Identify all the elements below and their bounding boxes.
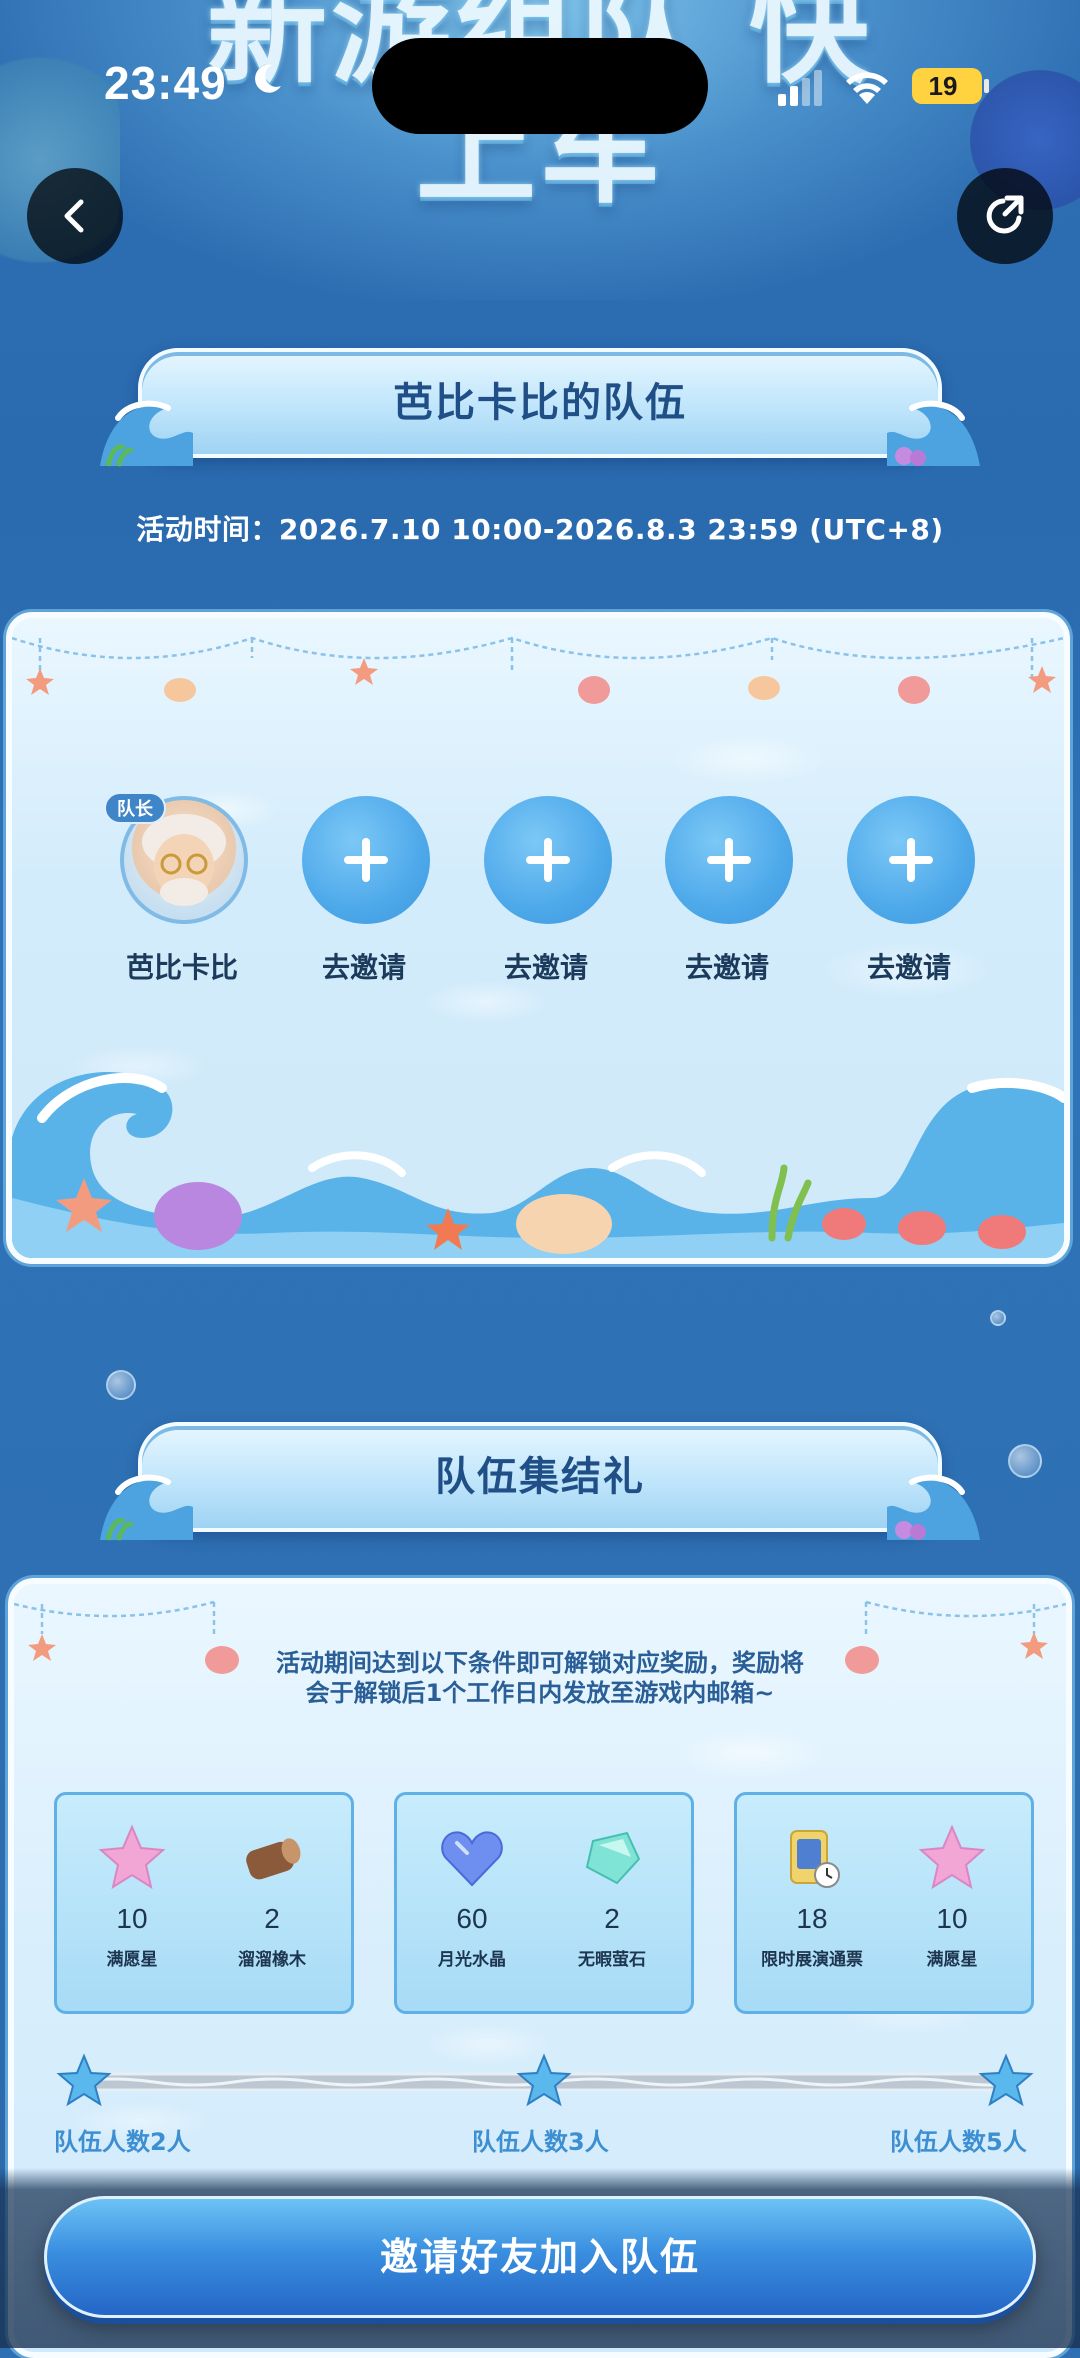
cellular-signal-icon <box>778 70 822 106</box>
reward-tier-card[interactable]: 60 月光水晶 2 无暇萤石 <box>394 1792 694 2014</box>
invite-friends-button[interactable]: 邀请好友加入队伍 <box>44 2196 1036 2318</box>
battery-indicator: 19 <box>912 68 982 104</box>
plus-icon <box>362 838 370 882</box>
status-bar: 23:49 19 <box>0 0 1080 160</box>
invite-label[interactable]: 去邀请 <box>637 946 817 986</box>
tier-label: 队伍人数2人 <box>54 2128 191 2156</box>
crystal-heart-icon <box>441 1831 503 1887</box>
reward-description: 活动期间达到以下条件即可解锁对应奖励，奖励将 会于解锁后1个工作日内发放至游戏内… <box>164 1648 916 1708</box>
reward-tier-card[interactable]: 18 限时展演通票 10 满愿星 <box>734 1792 1034 2014</box>
reward-item: 60 月光水晶 <box>407 1823 537 1993</box>
share-icon <box>986 195 1024 234</box>
item-quantity: 18 <box>796 1903 828 1934</box>
ocean-wave-decoration <box>12 1072 1064 1258</box>
wood-log-icon <box>246 1838 301 1880</box>
plus-icon <box>725 838 733 882</box>
bubble-decoration <box>106 1370 136 1400</box>
item-quantity: 10 <box>116 1903 148 1934</box>
invite-slot[interactable]: 去邀请 <box>839 796 979 984</box>
camera-notch <box>372 38 708 134</box>
add-member-button[interactable] <box>302 796 430 924</box>
reward-title: 队伍集结礼 <box>435 1454 645 1500</box>
reward-item: 2 无暇萤石 <box>547 1823 677 1993</box>
chevron-left-icon <box>64 199 84 233</box>
reward-description-line: 会于解锁后1个工作日内发放至游戏内邮箱~ <box>305 1679 775 1707</box>
reward-item: 2 溜溜橡木 <box>207 1823 337 1993</box>
bubble-decoration <box>990 1310 1006 1326</box>
share-button[interactable] <box>957 168 1053 264</box>
activity-time: 活动时间：2026.7.10 10:00-2026.8.3 23:59 (UTC… <box>136 513 944 546</box>
plus-icon <box>907 838 915 882</box>
leader-badge: 队长 <box>104 792 166 824</box>
item-name: 无暇萤石 <box>578 1950 646 1970</box>
invite-label[interactable]: 去邀请 <box>274 946 454 986</box>
bubble-decoration <box>1008 1444 1042 1478</box>
ticket-icon <box>790 1830 840 1888</box>
reward-description-line: 活动期间达到以下条件即可解锁对应奖励，奖励将 <box>276 1649 804 1677</box>
tier-label: 队伍人数3人 <box>472 2128 609 2156</box>
wifi-icon <box>846 72 888 104</box>
plus-icon <box>544 838 552 882</box>
team-progress-track <box>56 2053 1034 2107</box>
invite-slot[interactable]: 去邀请 <box>294 796 434 984</box>
progress-star-icon <box>56 2053 112 2107</box>
add-member-button[interactable] <box>484 796 612 924</box>
reward-item: 18 限时展演通票 <box>747 1823 877 1993</box>
status-time: 23:49 <box>104 57 227 109</box>
add-member-button[interactable] <box>847 796 975 924</box>
invite-slot[interactable]: 去邀请 <box>657 796 797 984</box>
tier-label: 队伍人数5人 <box>890 2128 1027 2156</box>
item-quantity: 2 <box>604 1903 620 1934</box>
shell-garland-decoration <box>12 636 1064 704</box>
team-title: 芭比卡比的队伍 <box>393 380 687 426</box>
invite-label[interactable]: 去邀请 <box>819 946 999 986</box>
battery-cap <box>984 79 989 93</box>
item-name: 月光水晶 <box>438 1950 506 1970</box>
reward-banner: 队伍集结礼 <box>98 1412 982 1542</box>
member-name: 芭比卡比 <box>125 951 238 984</box>
reward-tier-card[interactable]: 10 满愿星 2 溜溜橡木 <box>54 1792 354 2014</box>
reward-item: 10 满愿星 <box>67 1823 197 1993</box>
progress-star-icon <box>978 2053 1034 2107</box>
item-name: 溜溜橡木 <box>238 1950 306 1970</box>
moon-icon <box>255 64 281 93</box>
invite-label[interactable]: 去邀请 <box>456 946 636 986</box>
team-member-leader[interactable]: 队长 芭比卡比 <box>104 792 252 984</box>
progress-star-icon <box>516 2053 572 2107</box>
back-button[interactable] <box>27 168 123 264</box>
item-quantity: 2 <box>264 1903 280 1934</box>
reward-item: 10 满愿星 <box>887 1823 1017 1993</box>
item-quantity: 60 <box>456 1903 488 1934</box>
item-quantity: 10 <box>936 1903 968 1934</box>
invite-slot[interactable]: 去邀请 <box>476 796 616 984</box>
star-icon <box>918 1824 986 1890</box>
battery-level: 19 <box>928 71 958 101</box>
team-panel: 队长 芭比卡比 去邀请 去邀请 去邀请 去邀请 <box>6 612 1070 1264</box>
item-name: 满愿星 <box>106 1950 158 1970</box>
add-member-button[interactable] <box>665 796 793 924</box>
item-name: 满愿星 <box>926 1950 978 1970</box>
gem-icon <box>585 1831 641 1885</box>
star-icon <box>98 1824 166 1890</box>
team-banner: 芭比卡比的队伍 <box>98 338 982 468</box>
item-name: 限时展演通票 <box>761 1950 863 1970</box>
